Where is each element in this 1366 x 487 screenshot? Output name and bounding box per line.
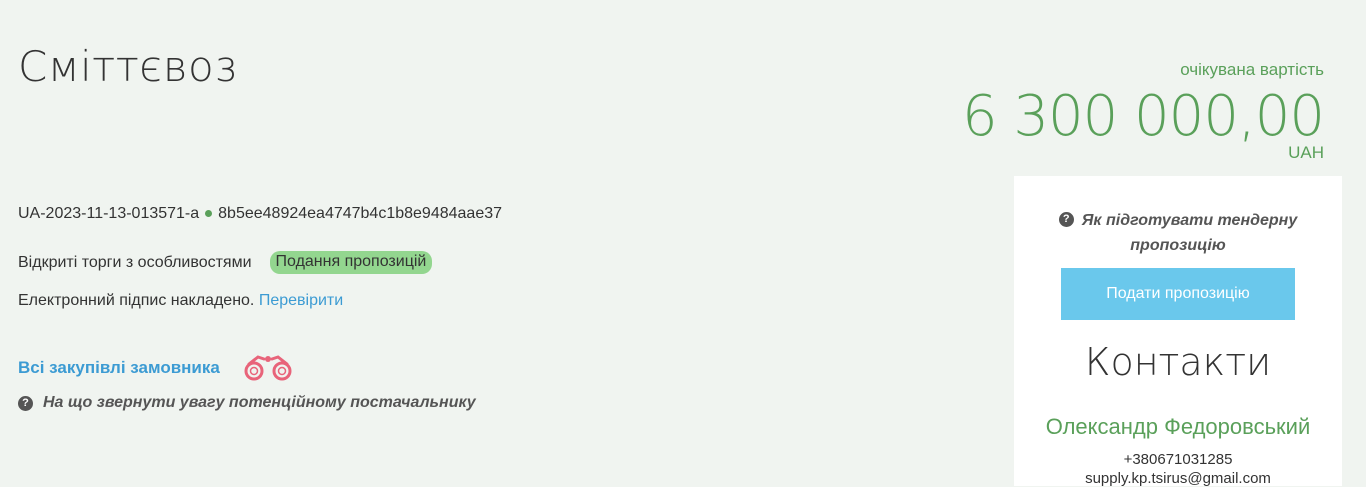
- procedure-type: Відкриті торги з особливостями: [18, 253, 252, 271]
- contact-name: Олександр Федоровський: [1045, 414, 1311, 439]
- contact-phone: +380671031285: [1123, 451, 1233, 468]
- bid-guide-line2: пропозицію: [1130, 237, 1226, 254]
- question-circle-icon: ?: [1058, 211, 1074, 227]
- status-dot-icon: [205, 209, 213, 217]
- procedure-line: Відкриті торги з особливостями Подання п…: [18, 251, 433, 274]
- side-panel: ? Як підготувати тендерну пропозицію Пода…: [1014, 176, 1342, 487]
- all-procurements-row: Всі закупівлі замовника: [18, 353, 296, 383]
- supplier-hint-row[interactable]: ? На що звернути увагу потенційному пост…: [18, 394, 476, 412]
- signature-line: Електронний підпис накладено. Перевірити: [18, 292, 343, 310]
- tender-id-line: UA-2023-11-13-013571-a 8b5ee48924ea4747b4…: [18, 205, 502, 223]
- verify-signature-link[interactable]: Перевірити: [259, 292, 343, 309]
- submit-bid-button[interactable]: Подати пропозицію: [1061, 268, 1295, 320]
- all-procurements-link[interactable]: Всі закупівлі замовника: [18, 358, 220, 378]
- expected-cost-currency: UAH: [1288, 143, 1324, 162]
- expected-cost-value: 6 300 000,00: [961, 84, 1325, 149]
- page-title: Сміттєвоз: [18, 42, 238, 91]
- bid-guide-hint[interactable]: ? Як підготувати тендерну пропозицію: [1014, 208, 1342, 258]
- contacts-title: Контакти: [1084, 340, 1272, 384]
- status-badge: Подання пропозицій: [269, 251, 433, 274]
- bid-guide-line1: Як підготувати тендерну: [1081, 212, 1298, 229]
- expected-cost-label: очікувана вартість: [1180, 60, 1324, 79]
- question-circle-icon: ?: [18, 395, 33, 411]
- binoculars-icon[interactable]: [240, 353, 296, 383]
- tender-id: UA-2023-11-13-013571-a: [18, 205, 200, 222]
- supplier-hint-text: На що звернути увагу потенційному постач…: [43, 394, 476, 411]
- signature-text: Електронний підпис накладено.: [18, 292, 255, 309]
- tender-hash: 8b5ee48924ea4747b4c1b8e9484aae37: [218, 205, 503, 222]
